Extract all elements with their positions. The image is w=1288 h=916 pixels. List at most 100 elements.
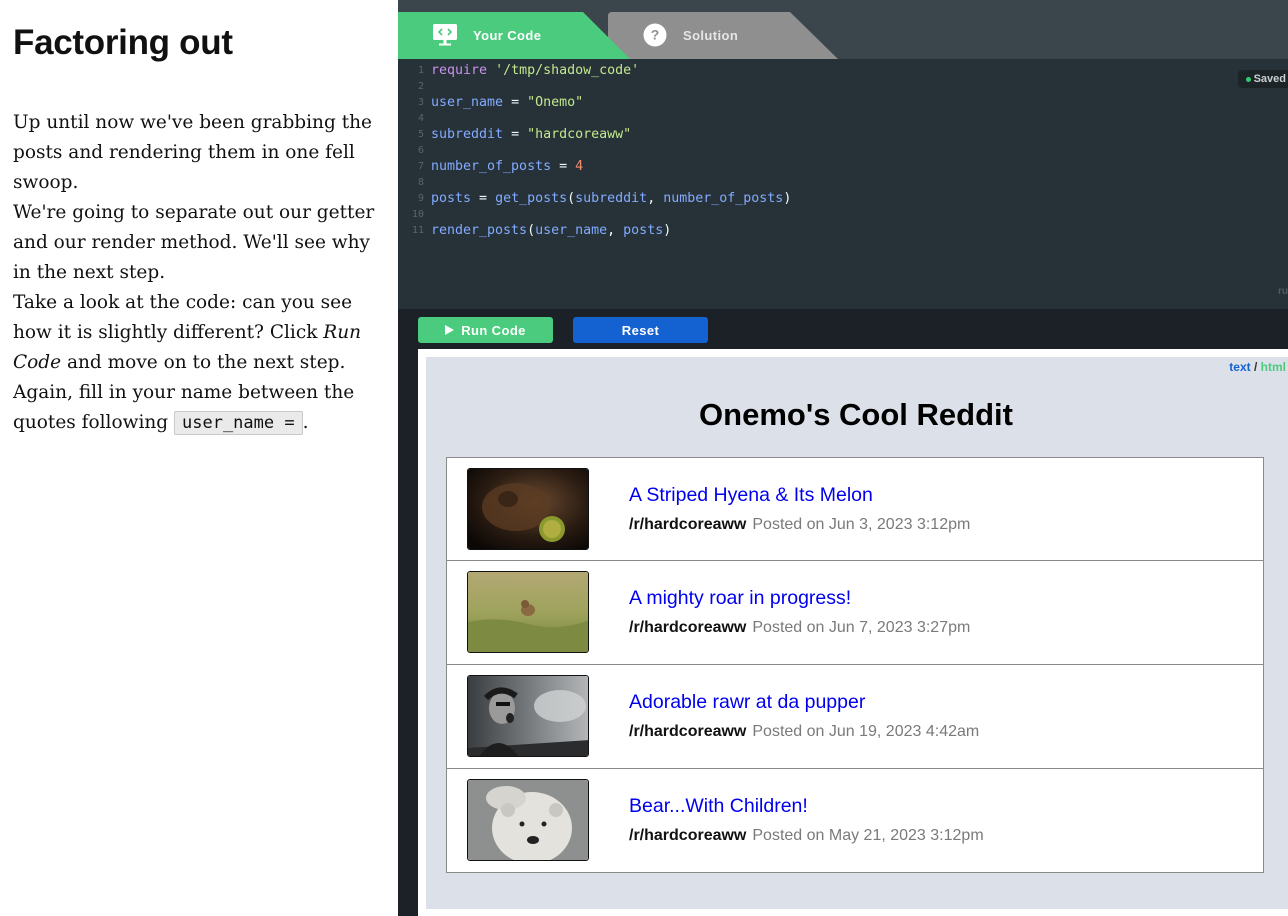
line-number: 10 [411,209,424,220]
lesson-paragraph-1: Up until now we've been grabbing the pos… [13,112,372,193]
code-token: , [607,223,624,238]
code-token: ( [527,223,536,238]
line-number: 7 [417,161,424,172]
lesson-paragraph-3: Take a look at the code: can you see how… [13,288,385,438]
play-icon [445,325,455,335]
code-text: subreddit = "hardcoreaww" [431,127,631,142]
post-title-link[interactable]: A mighty roar in progress! [629,587,851,610]
line-number: 3 [417,97,424,108]
post-item: A mighty roar in progress! /r/hardcoreaw… [446,561,1264,665]
code-line: 5 subreddit = "hardcoreaww" [398,127,1288,143]
lesson-paragraph-2: We're going to separate out our getter a… [13,202,375,283]
lesson-panel: Factoring out Up until now we've been gr… [0,0,398,916]
tab-solution[interactable]: ? Solution [608,12,848,59]
post-subreddit: /r/hardcoreaww [629,619,747,636]
code-line: 10 [398,207,1288,223]
reset-button[interactable]: Reset [573,317,708,343]
editor-tab-bar: ? Solution Your Code [398,0,1288,59]
post-subreddit: /r/hardcoreaww [629,827,747,844]
tab-your-code[interactable]: Your Code [398,12,633,59]
code-token: user_name [431,95,504,110]
monitor-code-icon [433,24,457,46]
code-text: render_posts(user_name, posts) [431,223,671,238]
post-subreddit: /r/hardcoreaww [629,723,747,740]
code-line: 6 [398,143,1288,159]
line-number: 5 [417,129,424,140]
line-number: 1 [417,65,424,76]
view-text-link[interactable]: text [1229,360,1250,374]
code-token: = [503,127,528,142]
post-date: Posted on Jun 3, 2023 3:12pm [752,516,971,533]
output-frame: text / html Onemo's Cool Reddit A Stripe… [418,349,1288,916]
code-token: ) [663,223,672,238]
code-line: 3 user_name = "Onemo" [398,95,1288,111]
cub-in-grass-photo-icon [468,572,588,652]
code-token: ) [783,191,792,206]
lesson-text: . [302,412,309,433]
lesson-title: Factoring out [13,23,233,62]
editor-toolbar: Run Code Reset [398,309,1288,349]
run-code-button[interactable]: Run Code [418,317,553,343]
post-thumbnail-polar-bear[interactable] [467,779,589,861]
post-thumbnail-hyena[interactable] [467,468,589,550]
view-toggle: text / html [1229,360,1286,374]
tab-your-code-label: Your Code [473,28,542,43]
code-token: ( [567,191,576,206]
code-token: user_name [535,223,608,238]
post-date: Posted on Jun 7, 2023 3:27pm [752,619,971,636]
code-token: subreddit [431,127,504,142]
code-token: , [647,191,664,206]
code-token: "hardcoreaww" [527,127,632,142]
question-circle-icon: ? [643,23,667,47]
svg-text:?: ? [651,27,660,43]
code-token: subreddit [575,191,648,206]
code-token: '/tmp/shadow_code' [495,63,640,78]
post-title-link[interactable]: A Striped Hyena & Its Melon [629,484,873,507]
code-line: 9 posts = get_posts(subreddit, number_of… [398,191,1288,207]
code-token: posts [431,191,472,206]
post-item: A Striped Hyena & Its Melon /r/hardcorea… [446,457,1264,561]
saved-label: Saved [1253,73,1286,85]
post-list: A Striped Hyena & Its Melon /r/hardcorea… [446,457,1264,873]
view-html-link[interactable]: html [1261,360,1286,374]
code-editor-panel: ? Solution Your Code 1 require '/tmp/sha… [398,0,1288,916]
code-token: render_posts [431,223,528,238]
code-token: = [503,95,528,110]
code-token: number_of_posts [431,159,552,174]
runtime-indicator: ru [1278,286,1288,297]
post-meta: /r/hardcoreaww Posted on May 21, 2023 3:1… [629,827,984,845]
line-number: 2 [417,81,424,92]
post-title-link[interactable]: Adorable rawr at da pupper [629,691,865,714]
code-line: 7 number_of_posts = 4 [398,159,1288,175]
post-title-link[interactable]: Bear...With Children! [629,795,808,818]
post-thumbnail-screaming-man[interactable] [467,675,589,757]
polar-bear-photo-icon [468,780,588,860]
line-number: 9 [417,193,424,204]
post-date: Posted on Jun 19, 2023 4:42am [752,723,980,740]
post-subreddit: /r/hardcoreaww [629,516,747,533]
code-text: user_name = "Onemo" [431,95,583,110]
code-token: require [431,63,488,78]
lesson-text: Take a look at the code: can you see how… [13,292,353,343]
output-title: Onemo's Cool Reddit [699,397,1013,432]
post-meta: /r/hardcoreaww Posted on Jun 19, 2023 4:4… [629,723,979,741]
inline-code: user_name = [174,411,303,435]
code-editor[interactable]: 1 require '/tmp/shadow_code' 2 3 user_na… [398,59,1288,309]
code-text: posts = get_posts(subreddit, number_of_p… [431,191,791,206]
view-toggle-separator: / [1250,360,1261,374]
code-text: number_of_posts = 4 [431,159,583,174]
post-date: Posted on May 21, 2023 3:12pm [752,827,984,844]
hyena-photo-icon [468,469,588,549]
code-line: 11 render_posts(user_name, posts) [398,223,1288,239]
code-token: get_posts [495,191,568,206]
saved-status-badge: Saved [1237,70,1288,88]
tab-solution-label: Solution [683,28,739,43]
post-item: Bear...With Children! /r/hardcoreaww Post… [446,769,1264,873]
post-meta: /r/hardcoreaww Posted on Jun 3, 2023 3:12… [629,516,970,534]
post-thumbnail-cub[interactable] [467,571,589,653]
line-number: 11 [411,225,424,236]
code-token: posts [623,223,664,238]
line-number: 6 [417,145,424,156]
code-line: 8 [398,175,1288,191]
code-line: 1 require '/tmp/shadow_code' [398,63,1288,79]
